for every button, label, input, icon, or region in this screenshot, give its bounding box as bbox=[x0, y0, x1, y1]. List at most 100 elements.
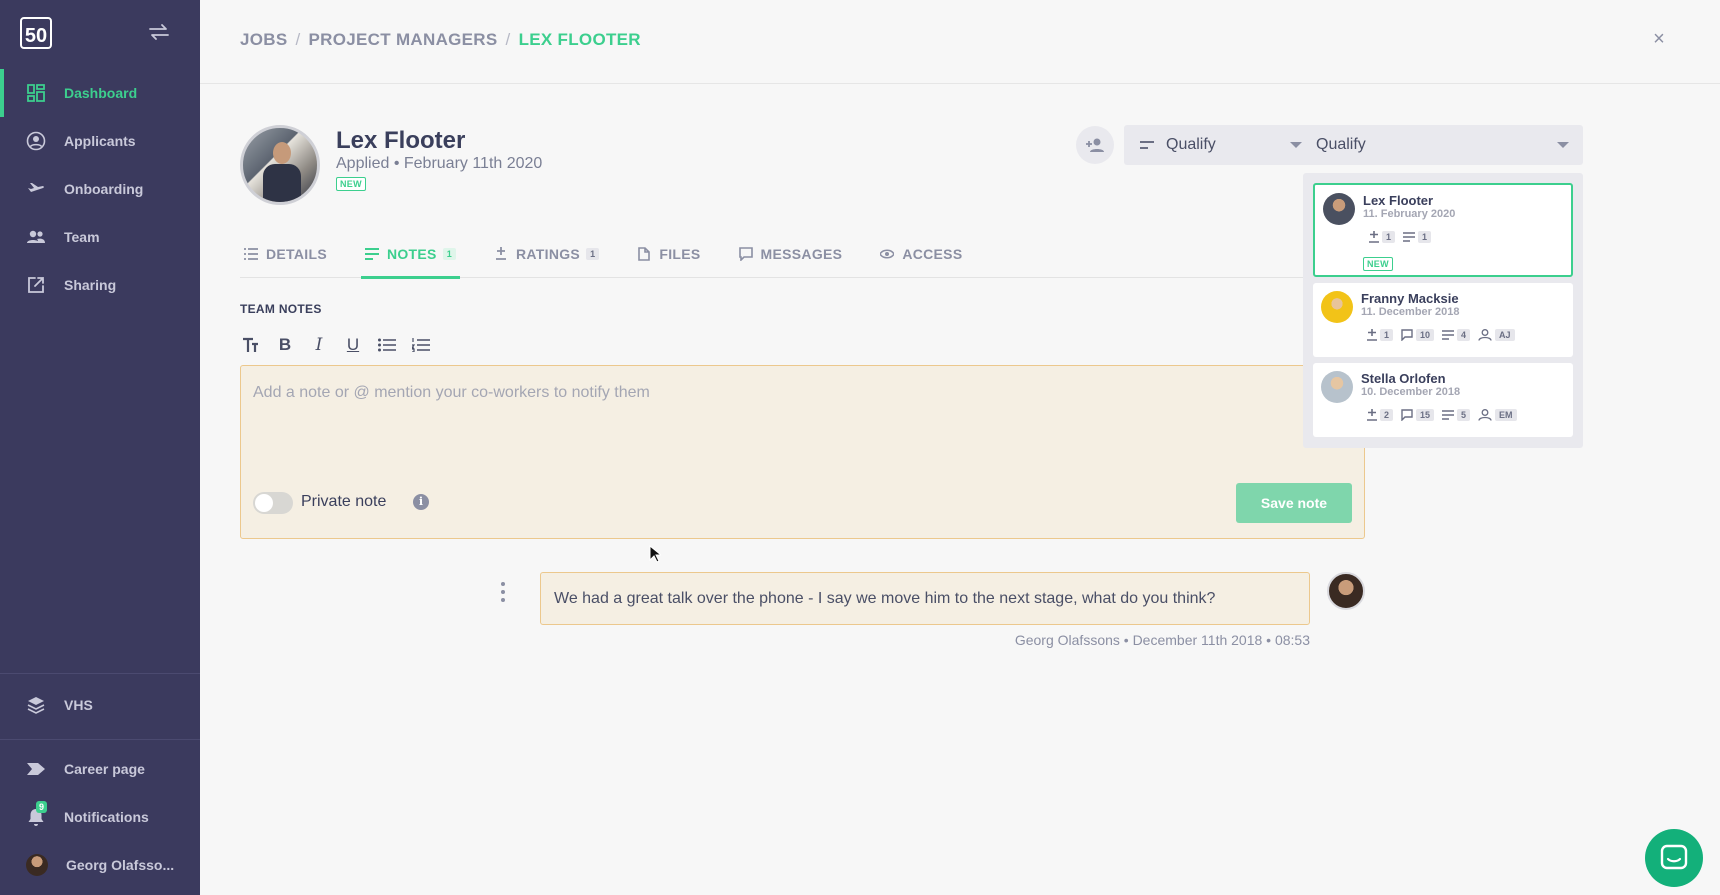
note-placeholder: Add a note or @ mention your co-workers … bbox=[253, 384, 650, 401]
file-icon bbox=[638, 247, 651, 261]
message-count: 10 bbox=[1416, 329, 1435, 341]
candidate-card-date: 10. December 2018 bbox=[1361, 386, 1461, 398]
comment-more-icon[interactable] bbox=[498, 580, 508, 604]
candidate-list: Lex Flooter 11. February 2020 1 1 NEW Fr… bbox=[1303, 173, 1583, 448]
tab-bar: DETAILS NOTES 1 RATINGS 1 FILES MESSAGES… bbox=[240, 230, 1365, 279]
private-note-toggle[interactable] bbox=[253, 492, 293, 514]
logo[interactable]: 50 bbox=[20, 17, 52, 49]
stage-select-value: Qualify bbox=[1166, 136, 1216, 153]
notes-icon bbox=[1403, 232, 1416, 242]
sidebar-item-label: Sharing bbox=[64, 277, 117, 293]
new-badge: NEW bbox=[336, 177, 366, 191]
candidate-card-stats: 1 1 bbox=[1369, 231, 1432, 243]
bullet-list-icon[interactable] bbox=[376, 334, 398, 356]
info-icon[interactable]: i bbox=[413, 494, 429, 510]
tab-details[interactable]: DETAILS bbox=[240, 230, 331, 278]
eye-icon bbox=[880, 249, 895, 259]
italic-icon[interactable]: I bbox=[308, 334, 330, 356]
text-size-icon[interactable] bbox=[240, 334, 262, 356]
private-note-label: Private note bbox=[301, 493, 387, 510]
tab-files[interactable]: FILES bbox=[633, 230, 704, 278]
candidate-name: Lex Flooter bbox=[336, 127, 466, 154]
underline-icon[interactable]: U bbox=[342, 334, 364, 356]
notification-count-badge: 9 bbox=[36, 801, 48, 813]
assign-user-button[interactable] bbox=[1076, 126, 1114, 164]
notes-icon bbox=[364, 248, 379, 260]
candidate-card[interactable]: Lex Flooter 11. February 2020 1 1 NEW bbox=[1313, 183, 1573, 277]
candidate-card[interactable]: Franny Macksie 11. December 2018 1 10 4 … bbox=[1313, 283, 1573, 357]
bold-icon[interactable]: B bbox=[274, 334, 296, 356]
rating-icon bbox=[1367, 329, 1377, 341]
assignee-initials: AJ bbox=[1495, 329, 1515, 341]
plane-icon bbox=[27, 183, 45, 196]
team-icon bbox=[27, 230, 45, 243]
breadcrumb-jobs[interactable]: JOBS bbox=[240, 30, 288, 50]
note-editor[interactable]: Add a note or @ mention your co-workers … bbox=[240, 365, 1365, 539]
notes-count: 4 bbox=[1457, 329, 1471, 341]
sidebar-item-label: Onboarding bbox=[64, 181, 144, 197]
sidebar-item-dashboard[interactable]: Dashboard bbox=[0, 69, 200, 117]
rating-count: 1 bbox=[1382, 231, 1396, 243]
sidebar-divider bbox=[0, 673, 200, 674]
sidebar-divider bbox=[0, 739, 200, 740]
pipeline-stage-value: Qualify bbox=[1316, 136, 1366, 153]
avatar bbox=[1327, 572, 1365, 610]
sidebar-item-label: Dashboard bbox=[64, 85, 138, 101]
candidate-card-date: 11. December 2018 bbox=[1361, 306, 1460, 318]
dashboard-icon bbox=[27, 84, 45, 102]
chat-launcher-button[interactable] bbox=[1645, 829, 1703, 887]
numbered-list-icon[interactable] bbox=[410, 334, 432, 356]
sidebar-item-sharing[interactable]: Sharing bbox=[0, 261, 200, 309]
tab-label: RATINGS bbox=[516, 246, 581, 262]
tag-icon bbox=[27, 763, 45, 775]
tab-label: FILES bbox=[659, 246, 701, 262]
user-icon bbox=[1478, 329, 1492, 341]
sidebar-item-team[interactable]: Team bbox=[0, 213, 200, 261]
candidate-avatar bbox=[240, 125, 320, 205]
close-icon[interactable]: × bbox=[1650, 29, 1668, 49]
tab-notes[interactable]: NOTES 1 bbox=[360, 230, 461, 279]
rating-icon bbox=[1367, 409, 1377, 421]
save-note-button[interactable]: Save note bbox=[1236, 483, 1352, 523]
sidebar-item-career-page[interactable]: Career page bbox=[0, 745, 200, 793]
stage-select[interactable]: Qualify bbox=[1124, 125, 1316, 165]
candidate-card-name: Stella Orlofen bbox=[1361, 371, 1446, 386]
sidebar-item-applicants[interactable]: Applicants bbox=[0, 117, 200, 165]
breadcrumb-separator: / bbox=[295, 30, 301, 49]
chevron-down-icon bbox=[1557, 142, 1569, 148]
note-comment: We had a great talk over the phone - I s… bbox=[540, 572, 1310, 625]
top-bar: JOBS / PROJECT MANAGERS / LEX FLOOTER × bbox=[200, 0, 1720, 84]
message-icon bbox=[1401, 329, 1413, 341]
swap-icon[interactable] bbox=[148, 22, 170, 42]
sidebar-item-vhs[interactable]: VHS bbox=[0, 681, 200, 729]
tab-count: 1 bbox=[586, 248, 600, 260]
sidebar: 50 Dashboard Applicants Onboarding Team … bbox=[0, 0, 200, 895]
list-icon bbox=[244, 248, 258, 260]
sidebar-item-onboarding[interactable]: Onboarding bbox=[0, 165, 200, 213]
user-icon bbox=[1478, 409, 1492, 421]
tab-ratings[interactable]: RATINGS 1 bbox=[490, 230, 603, 278]
user-circle-icon bbox=[26, 131, 46, 151]
applied-date: Applied • February 11th 2020 bbox=[336, 155, 543, 172]
breadcrumb-separator: / bbox=[505, 30, 511, 49]
share-icon bbox=[28, 277, 44, 293]
main-content: JOBS / PROJECT MANAGERS / LEX FLOOTER × … bbox=[200, 0, 1720, 895]
sidebar-item-notifications[interactable]: 9 Notifications bbox=[0, 793, 200, 841]
candidate-card-name: Franny Macksie bbox=[1361, 291, 1459, 306]
candidate-card[interactable]: Stella Orlofen 10. December 2018 2 15 5 … bbox=[1313, 363, 1573, 437]
editor-toolbar: B I U bbox=[240, 334, 432, 356]
rating-icon bbox=[496, 247, 506, 260]
rating-count: 1 bbox=[1380, 329, 1394, 341]
rating-count: 2 bbox=[1380, 409, 1394, 421]
tab-access[interactable]: ACCESS bbox=[876, 230, 966, 278]
breadcrumb-current: LEX FLOOTER bbox=[518, 30, 641, 49]
message-icon bbox=[1401, 409, 1413, 421]
pipeline-stage-select[interactable]: Qualify bbox=[1303, 125, 1583, 165]
sidebar-item-user[interactable]: Georg Olafsso... bbox=[0, 841, 200, 889]
avatar bbox=[1323, 193, 1355, 225]
breadcrumb: JOBS / PROJECT MANAGERS / LEX FLOOTER bbox=[240, 30, 641, 50]
breadcrumb-project-managers[interactable]: PROJECT MANAGERS bbox=[309, 30, 498, 50]
avatar bbox=[1321, 371, 1353, 403]
tab-messages[interactable]: MESSAGES bbox=[735, 230, 847, 278]
sidebar-item-label: Team bbox=[64, 229, 100, 245]
